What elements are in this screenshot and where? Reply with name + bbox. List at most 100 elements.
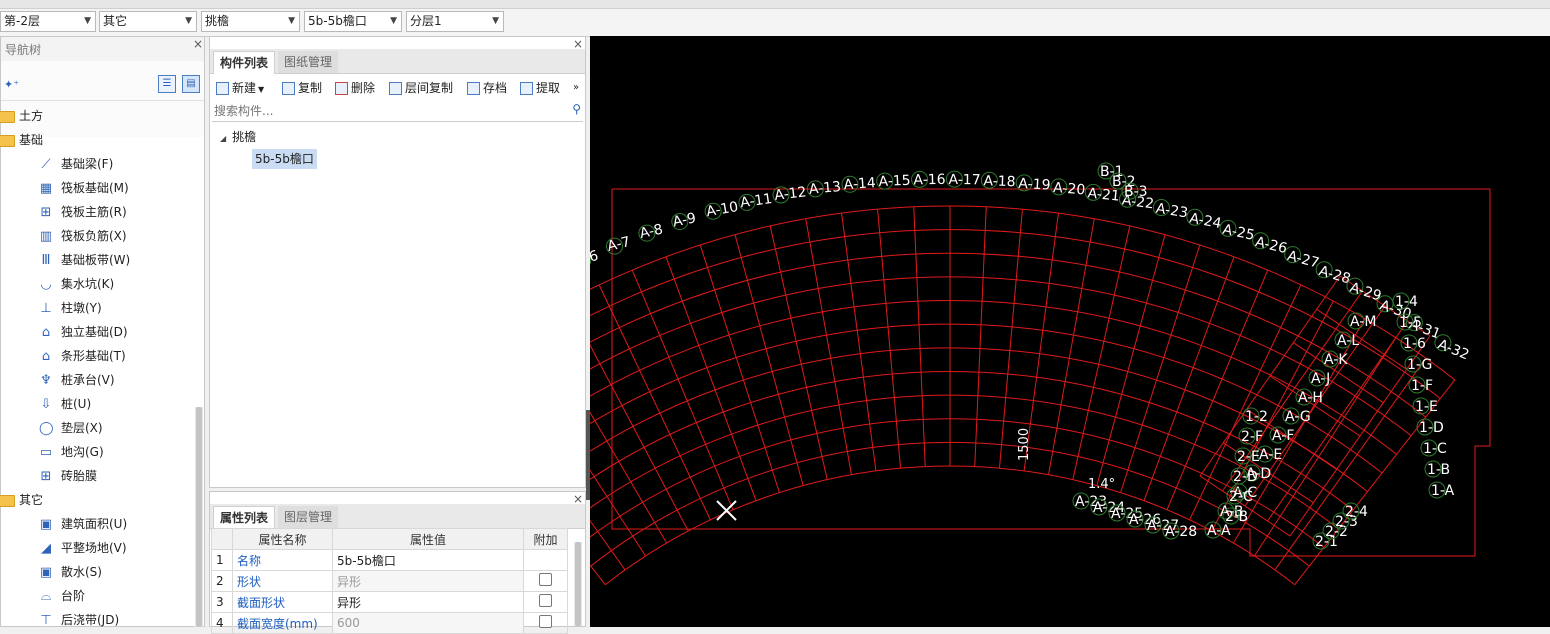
component-icon: ▭ (39, 445, 53, 460)
more-button[interactable]: » (573, 78, 579, 98)
tree-child-label: 5b-5b檐口 (255, 152, 314, 166)
attach-checkbox[interactable] (539, 594, 552, 607)
attach-checkbox[interactable] (539, 615, 552, 628)
property-name: 形状 (232, 570, 333, 592)
detail-view-icon[interactable]: ▤ (182, 75, 200, 93)
right-grid-label: 1-B (1427, 462, 1450, 478)
nav-item[interactable]: ⊥ 柱墩(Y) (39, 296, 101, 320)
nav-item[interactable]: ▣ 散水(S) (39, 560, 102, 584)
nav-group[interactable]: 基础 (0, 128, 43, 152)
new-button[interactable]: 新建 ▼ (216, 78, 264, 98)
tab-layer-management[interactable]: 图层管理 (278, 506, 339, 528)
nav-item-label: 建筑面积(U) (61, 517, 128, 531)
nav-item[interactable]: Ⅲ 基础板带(W) (39, 248, 131, 272)
property-scroll-thumb[interactable] (575, 542, 581, 626)
nav-item[interactable]: ◯ 垫层(X) (39, 416, 103, 440)
cad-canvas[interactable]: A-1A-2A-3A-4A-5A-6A-7A-8A-9A-10A-11A-12A… (590, 36, 1550, 627)
archive-button[interactable]: 存档 (467, 78, 507, 98)
nav-item[interactable]: ⇩ 桩(U) (39, 392, 92, 416)
property-value[interactable]: 异形 (332, 591, 524, 613)
delete-button[interactable]: 删除 (335, 78, 375, 98)
property-value: 异形 (332, 570, 524, 592)
inner-grid-label: A-E (1259, 447, 1282, 463)
inner-grid-label: A-G (1285, 409, 1311, 425)
nav-item[interactable]: ▦ 筏板基础(M) (39, 176, 129, 200)
list-view-icon[interactable]: ☰ (158, 75, 176, 93)
floor-select[interactable]: 第-2层 ▼ (0, 11, 96, 32)
category-select[interactable]: 其它 ▼ (99, 11, 197, 32)
nav-item[interactable]: ▭ 地沟(G) (39, 440, 104, 464)
table-row[interactable]: 3 截面形状 异形 (211, 591, 568, 613)
attach-checkbox[interactable] (539, 573, 552, 586)
arc-grid-label: A-23 (1155, 201, 1189, 222)
nav-item-label: 基础板带(W) (61, 253, 131, 267)
arc-grid-label: A-11 (739, 191, 773, 211)
nav-item[interactable]: ⊤ 后浇带(JD) (39, 608, 119, 632)
close-icon[interactable]: × (193, 37, 203, 51)
component-icon: ⌓ (40, 589, 52, 604)
nav-item-label: 垫层(X) (61, 421, 103, 435)
tree-root-item[interactable]: ◢ 挑檐 (220, 125, 256, 149)
nav-item[interactable]: ◢ 平整场地(V) (39, 536, 127, 560)
property-value[interactable]: 5b-5b檐口 (332, 549, 524, 571)
tree-child-item[interactable]: 5b-5b檐口 (252, 149, 317, 169)
layer-select[interactable]: 分层1 ▼ (406, 11, 504, 32)
extract-button[interactable]: 提取 (520, 78, 560, 98)
new-label: 新建 (232, 81, 257, 95)
property-scrollbar[interactable] (574, 542, 582, 626)
inner-grid-label: A-M (1350, 314, 1376, 330)
nav-item[interactable]: ⌓ 台阶 (39, 584, 85, 608)
nav-item[interactable]: ◡ 集水坑(K) (39, 272, 114, 296)
table-row[interactable]: 1 名称 5b-5b檐口 (211, 549, 568, 571)
component-toolbar: 新建 ▼ 复制 删除 层间复制 存档 提取 » (210, 75, 585, 99)
search-input[interactable] (212, 101, 556, 121)
component-select[interactable]: 5b-5b檐口 ▼ (304, 11, 402, 32)
nav-scrollbar[interactable] (195, 407, 203, 627)
row-number: 2 (211, 570, 233, 592)
nav-item[interactable]: ⊞ 砖胎膜 (39, 464, 97, 488)
component-list-panel: × 构件列表 图纸管理 新建▼ 复制 删除 层间复制 存档 提取 » ⚲ ◢挑檐… (209, 36, 586, 488)
angle-text: 1.4° (1088, 477, 1115, 492)
nav-item[interactable]: ⌂ 条形基础(T) (39, 344, 126, 368)
nav-item[interactable]: ♆ 桩承台(V) (39, 368, 114, 392)
tab-component-list[interactable]: 构件列表 (213, 51, 276, 74)
nav-group[interactable]: 土方 (0, 104, 43, 128)
sparkle-icon[interactable]: ✦⁺ (4, 78, 19, 91)
cad-drawing[interactable]: A-1A-2A-3A-4A-5A-6A-7A-8A-9A-10A-11A-12A… (590, 36, 1550, 627)
row-number-header (211, 528, 233, 550)
nav-item[interactable]: ▣ 建筑面积(U) (39, 512, 127, 536)
tab-drawing-management[interactable]: 图纸管理 (278, 51, 339, 73)
layer-select-value: 分层1 (410, 14, 442, 28)
nav-scroll-thumb[interactable] (196, 407, 202, 627)
nav-item[interactable]: ⟋ 基础梁(F) (39, 152, 113, 176)
nav-item[interactable]: ⌂ 独立基础(D) (39, 320, 128, 344)
nav-group[interactable]: 其它 (0, 488, 43, 512)
nav-item[interactable]: ▥ 筏板负筋(X) (39, 224, 127, 248)
search-icon[interactable]: ⚲ (572, 102, 581, 116)
component-icon: ⊥ (40, 301, 52, 316)
arc-grid-label: A-27 (1286, 248, 1321, 272)
radial-grid-line (1048, 218, 1095, 475)
table-row[interactable]: 4 截面宽度(mm) 600 (211, 612, 568, 634)
bottom-grid-label: A-28 (1165, 524, 1197, 540)
attach-cell (523, 612, 568, 634)
copy-button[interactable]: 复制 (282, 78, 322, 98)
ribbon-strip (0, 0, 1550, 9)
b-grid-label: B-3 (1124, 184, 1148, 200)
chevron-down-icon: ▼ (492, 16, 499, 26)
floor-copy-button[interactable]: 层间复制 (389, 78, 453, 98)
arc-grid-label: A-24 (1188, 210, 1223, 232)
property-name: 截面宽度(mm) (232, 612, 333, 634)
nav-item[interactable]: ⊞ 筏板主筋(R) (39, 200, 127, 224)
component-icon: ◢ (41, 541, 51, 556)
radial-grid-line (590, 411, 668, 544)
component-icon: ▥ (39, 229, 53, 244)
inner-grid-label: A-K (1324, 352, 1348, 368)
inner-grid-label: A-L (1337, 333, 1359, 349)
nav-header: 导航树 (1, 37, 204, 62)
type-select[interactable]: 挑檐 ▼ (201, 11, 300, 32)
table-row[interactable]: 2 形状 异形 (211, 570, 568, 592)
tab-property-list[interactable]: 属性列表 (213, 506, 276, 529)
property-panel: × 属性列表 图层管理 属性名称 属性值 附加 1 名称 5b-5b檐口 2 形… (209, 491, 586, 634)
right-grid-label: 1-E (1415, 399, 1438, 415)
